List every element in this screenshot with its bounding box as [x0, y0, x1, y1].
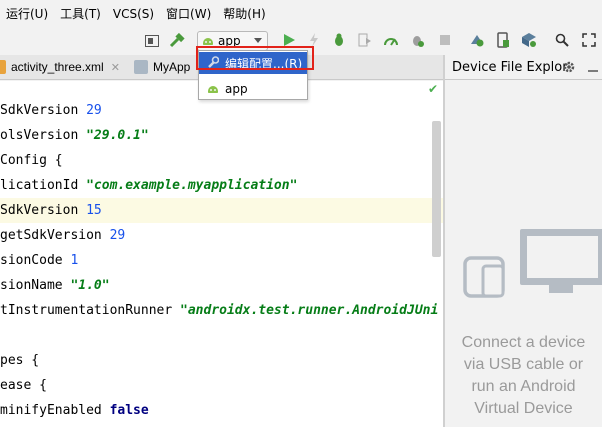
code-keyword: false — [109, 403, 149, 418]
tab-activity-three-xml[interactable]: activity_three.xml ✕ — [0, 55, 120, 79]
code-string: "29.0.1" — [86, 128, 149, 143]
code-line[interactable]: getSdkVersion 29 — [0, 223, 443, 248]
code-string: "1.0" — [70, 278, 110, 293]
annotation-highlight-box — [196, 46, 314, 70]
code-text: Config { — [0, 153, 63, 168]
code-line[interactable]: licationId "com.example.myapplication" — [0, 173, 443, 198]
device-file-explorer-panel: Connect a device via USB cable or run an… — [445, 81, 602, 427]
code-text: pes { — [0, 353, 40, 368]
code-line[interactable]: sionCode 1 — [0, 248, 443, 273]
chevron-down-icon — [254, 38, 262, 43]
android-icon — [207, 84, 219, 94]
editor-scrollbar-thumb[interactable] — [432, 121, 441, 257]
gear-icon[interactable] — [562, 60, 576, 78]
no-device-message-line: via USB cable or — [463, 356, 584, 373]
android-icon — [202, 36, 214, 46]
code-line[interactable]: olsVersion "29.0.1" — [0, 123, 443, 148]
code-line[interactable]: SdkVersion 15 — [0, 198, 443, 223]
coverage-icon[interactable] — [356, 31, 374, 49]
menu-window[interactable]: 窗口(W) — [160, 0, 217, 28]
code-number: 29 — [86, 103, 102, 118]
code-text: minifyEnabled — [0, 403, 110, 418]
config-app-item[interactable]: app — [199, 78, 307, 100]
no-device-message: Connect a device via USB cable or run an… — [445, 332, 602, 420]
code-editor[interactable]: SdkVersion 29 olsVersion "29.0.1" Config {… — [0, 81, 443, 427]
close-icon[interactable]: ✕ — [111, 61, 120, 74]
code-number: 1 — [70, 253, 79, 268]
code-line[interactable]: pes { — [0, 348, 443, 373]
debug-icon[interactable] — [330, 31, 348, 49]
search-icon[interactable] — [553, 31, 571, 49]
tab-label: MyApp — [153, 60, 191, 74]
menu-help[interactable]: 帮助(H) — [217, 0, 271, 28]
code-text: SdkVersion — [0, 203, 87, 218]
code-string: "com.example.myapplication" — [86, 178, 298, 193]
code-text: licationId — [0, 178, 87, 193]
menu-tools[interactable]: 工具(T) — [54, 0, 107, 28]
no-device-message-line: run an Android — [471, 378, 576, 395]
code-line[interactable]: tInstrumentationRunner "androidx.test.ru… — [0, 298, 443, 323]
menu-run[interactable]: 运行(U) — [0, 0, 54, 28]
code-string: "androidx.test.runner.AndroidJUni — [180, 303, 439, 318]
code-line[interactable]: minifyEnabled false — [0, 398, 443, 423]
layout-icon[interactable] — [143, 32, 161, 50]
code-text: ease { — [0, 378, 47, 393]
menu-vcs[interactable]: VCS(S) — [107, 0, 160, 28]
code-text: sionName — [0, 278, 71, 293]
code-line[interactable]: ease { — [0, 373, 443, 398]
inspection-ok-icon: ✔ — [428, 82, 439, 96]
minimize-icon[interactable] — [587, 62, 599, 77]
menu-bar: 运行(U) 工具(T) VCS(S) 窗口(W) 帮助(H) — [0, 0, 602, 28]
code-text: sionCode — [0, 253, 71, 268]
config-app-label: app — [225, 82, 248, 96]
fullscreen-icon[interactable] — [580, 31, 598, 49]
tab-label: activity_three.xml — [11, 60, 104, 74]
code-text: olsVersion — [0, 128, 87, 143]
device-file-explorer-title: Device File Explor — [452, 59, 568, 75]
profile-icon[interactable] — [382, 31, 400, 49]
project-file-icon — [134, 60, 148, 74]
code-number: 15 — [86, 203, 102, 218]
sdk-manager-icon[interactable] — [520, 31, 538, 49]
code-text: getSdkVersion — [0, 228, 110, 243]
no-device-message-line: Connect a device — [461, 334, 586, 351]
device-file-explorer-header: Device File Explor — [445, 55, 602, 80]
stop-icon[interactable] — [436, 31, 454, 49]
code-line[interactable] — [0, 323, 443, 348]
avd-manager-icon[interactable] — [494, 31, 512, 49]
xml-file-icon — [0, 60, 6, 74]
device-illustration-icon — [463, 229, 602, 298]
sync-gradle-icon[interactable] — [468, 31, 486, 49]
code-text: SdkVersion — [0, 103, 87, 118]
no-device-message-line: Virtual Device — [474, 400, 573, 417]
code-line[interactable]: Config { — [0, 148, 443, 173]
attach-debugger-icon[interactable] — [408, 31, 426, 49]
code-line[interactable]: sionName "1.0" — [0, 273, 443, 298]
build-hammer-icon[interactable] — [168, 32, 186, 50]
code-line[interactable]: SdkVersion 29 — [0, 98, 443, 123]
code-number: 29 — [109, 228, 126, 243]
code-text: tInstrumentationRunner — [0, 303, 181, 318]
